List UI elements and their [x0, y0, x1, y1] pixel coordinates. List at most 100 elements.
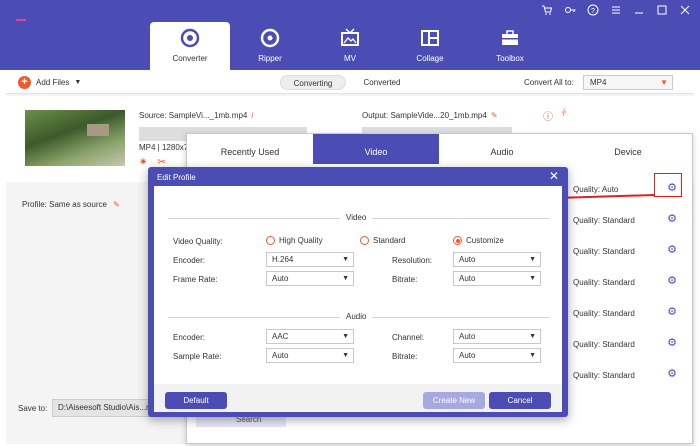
format-row[interactable]: Quality: Standard ⚙ [565, 239, 693, 270]
tab-converted[interactable]: Converted [352, 75, 412, 90]
bitrate-value: Auto [459, 274, 476, 283]
chevron-down-icon: ▼ [529, 256, 536, 263]
sample-rate-value: Auto [272, 351, 289, 360]
audio-encoder-label: Encoder: [173, 333, 206, 342]
info-circle-icon[interactable]: ⓘ [543, 108, 553, 123]
default-button[interactable]: Default [165, 392, 227, 409]
format-row[interactable]: Quality: Standard ⚙ [565, 208, 693, 239]
quality-text: Quality: Standard [573, 216, 635, 225]
convert-all-value: MP4 [590, 78, 607, 87]
tab-video[interactable]: Video [313, 134, 439, 164]
audio-bitrate-value: Auto [459, 351, 476, 360]
radio-standard-label: Standard [373, 236, 406, 245]
sample-rate-select[interactable]: Auto ▼ [266, 348, 354, 363]
gear-icon[interactable]: ⚙ [665, 274, 679, 288]
video-thumbnail[interactable] [25, 110, 125, 166]
format-row[interactable]: Quality: Standard ⚙ [565, 332, 693, 363]
close-icon[interactable]: ✕ [549, 169, 559, 183]
tab-recently-used[interactable]: Recently Used [187, 134, 313, 164]
save-path-field[interactable]: D:\Aiseesoft Studio\Ais...r [52, 399, 162, 417]
channel-value: Auto [459, 332, 476, 341]
window-controls: ? [540, 4, 692, 20]
radio-standard[interactable]: Standard [360, 236, 405, 245]
mv-icon [339, 27, 361, 49]
tab-collage-label: Collage [416, 54, 444, 63]
gear-icon[interactable]: ⚙ [665, 243, 679, 257]
converter-icon [179, 27, 201, 49]
menu-icon[interactable] [609, 4, 623, 20]
magic-wand-icon[interactable]: ✷ [139, 157, 147, 168]
format-row[interactable]: Quality: Standard ⚙ [565, 301, 693, 332]
main-nav: Converter Ripper MV Collage Toolbox [150, 22, 550, 70]
chevron-down-icon: ▼ [342, 275, 349, 282]
tab-collage[interactable]: Collage [390, 22, 470, 70]
resolution-label: Resolution: [392, 256, 433, 265]
tab-mv[interactable]: MV [310, 22, 390, 70]
cancel-button[interactable]: Cancel [489, 392, 551, 409]
gear-icon[interactable]: ⚙ [665, 212, 679, 226]
maximize-icon[interactable] [655, 4, 669, 20]
tab-toolbox-label: Toolbox [496, 54, 524, 63]
video-section-label: Video [340, 213, 373, 222]
logo-mark [16, 19, 26, 21]
cart-icon[interactable] [540, 4, 554, 20]
key-icon[interactable] [563, 4, 577, 20]
audio-bitrate-select[interactable]: Auto ▼ [453, 348, 541, 363]
gear-icon[interactable]: ⚙ [665, 305, 679, 319]
tab-toolbox[interactable]: Toolbox [470, 22, 550, 70]
chevron-down-icon: ▼ [342, 333, 349, 340]
bitrate-select[interactable]: Auto ▼ [453, 271, 541, 286]
toolbox-icon [499, 27, 521, 49]
chevron-down-icon: ▼ [529, 333, 536, 340]
radio-customize[interactable]: Customize [453, 236, 504, 245]
frame-rate-label: Frame Rate: [173, 275, 218, 284]
create-new-button[interactable]: Create New [423, 392, 485, 409]
resolution-select[interactable]: Auto ▼ [453, 252, 541, 267]
frame-rate-value: Auto [272, 274, 289, 283]
audio-encoder-value: AAC [272, 332, 289, 341]
close-icon[interactable] [678, 4, 692, 20]
channel-select[interactable]: Auto ▼ [453, 329, 541, 344]
gear-icon[interactable]: ⚙ [665, 336, 679, 350]
save-to-label: Save to: [18, 404, 48, 413]
tab-converting[interactable]: Converting [280, 75, 346, 90]
tab-converter[interactable]: Converter [150, 22, 230, 70]
gear-icon[interactable]: ⚙ [665, 367, 679, 381]
audio-encoder-select[interactable]: AAC ▼ [266, 329, 354, 344]
tab-ripper-label: Ripper [258, 54, 282, 63]
add-files-button[interactable]: + Add Files ▼ [18, 76, 81, 89]
frame-rate-select[interactable]: Auto ▼ [266, 271, 354, 286]
minimize-icon[interactable] [632, 4, 646, 20]
quality-text: Quality: Standard [573, 340, 635, 349]
pencil-icon[interactable]: ✎ [491, 111, 498, 120]
tab-ripper[interactable]: Ripper [230, 22, 310, 70]
encoder-label: Encoder: [173, 256, 206, 265]
format-row[interactable]: Quality: Standard ⚙ [565, 270, 693, 301]
radio-high-quality[interactable]: High Quality [266, 236, 323, 245]
bitrate-label: Bitrate: [392, 275, 418, 284]
svg-text:?: ? [591, 8, 595, 15]
quality-text: Quality: Standard [573, 371, 635, 380]
encoder-select[interactable]: H.264 ▼ [266, 252, 354, 267]
format-row[interactable]: Quality: Standard ⚙ [565, 363, 693, 394]
profile-label: Profile: Same as source ✎ [22, 200, 120, 209]
radio-high-quality-label: High Quality [279, 236, 323, 245]
info-icon[interactable]: i [251, 111, 253, 120]
convert-all-select[interactable]: MP4 ▼ [583, 75, 673, 90]
radio-icon [360, 236, 369, 245]
output-filename: Output: SampleVide...20_1mb.mp4 ✎ [362, 111, 498, 120]
split-icon[interactable]: ⫩ [561, 108, 567, 123]
plus-icon: + [18, 76, 31, 89]
help-icon[interactable]: ? [586, 4, 600, 20]
chevron-down-icon[interactable]: ▼ [74, 79, 81, 86]
chevron-down-icon: ▼ [529, 352, 536, 359]
encoder-value: H.264 [272, 255, 294, 264]
tab-audio[interactable]: Audio [439, 134, 565, 164]
channel-label: Channel: [392, 333, 425, 342]
edit-profile-dialog: Edit Profile ✕ [148, 167, 568, 417]
sample-rate-label: Sample Rate: [173, 352, 222, 361]
profile-text: Profile: Same as source [22, 200, 107, 209]
pencil-icon[interactable]: ✎ [113, 200, 120, 209]
chevron-down-icon: ▼ [529, 275, 536, 282]
tab-device[interactable]: Device [565, 134, 691, 164]
